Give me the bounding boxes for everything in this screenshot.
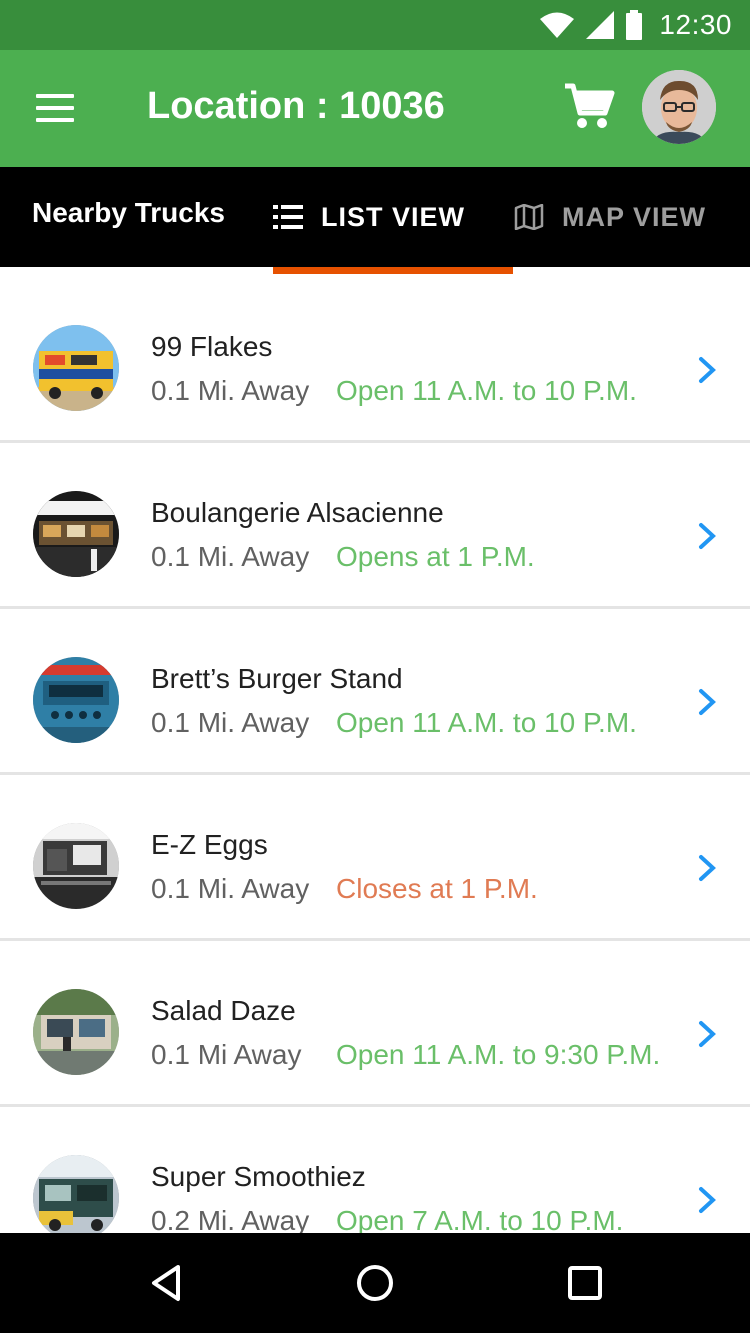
tab-bar: Nearby Trucks LIST VIEW MAP VIEW [0, 167, 750, 267]
truck-name: Salad Daze [151, 995, 296, 1026]
location-title: Location : 10036 [147, 85, 445, 127]
chevron-right-icon[interactable] [695, 521, 719, 551]
truck-hours: Open 11 A.M. to 10 P.M. [336, 375, 637, 406]
truck-thumbnail [33, 491, 119, 577]
truck-row[interactable]: 99 Flakes 0.1 Mi. Away Open 11 A.M. to 1… [0, 277, 750, 443]
truck-row[interactable]: Brett’s Burger Stand 0.1 Mi. Away Open 1… [0, 609, 750, 775]
truck-hours: Closes at 1 P.M. [336, 873, 538, 904]
chevron-right-icon[interactable] [695, 853, 719, 883]
truck-row[interactable]: Boulangerie Alsacienne 0.1 Mi. Away Open… [0, 443, 750, 609]
home-icon[interactable] [353, 1261, 397, 1305]
truck-thumbnail [33, 1155, 119, 1233]
truck-row[interactable]: Salad Daze 0.1 Mi Away Open 11 A.M. to 9… [0, 941, 750, 1107]
wifi-icon [540, 12, 575, 38]
chevron-right-icon[interactable] [695, 355, 719, 385]
active-tab-indicator [273, 267, 513, 274]
tab-map-label: MAP VIEW [562, 201, 707, 232]
truck-name: Super Smoothiez [151, 1161, 366, 1192]
chevron-right-icon[interactable] [695, 1185, 719, 1215]
truck-hours: Open 11 A.M. to 9:30 P.M. [336, 1039, 661, 1070]
truck-row[interactable]: E-Z Eggs 0.1 Mi. Away Closes at 1 P.M. [0, 775, 750, 941]
truck-distance: 0.1 Mi Away [151, 1039, 302, 1070]
app-bar: Location : 10036 [0, 50, 750, 167]
tab-list-label: LIST VIEW [321, 201, 465, 232]
list-icon [273, 205, 303, 229]
truck-name: 99 Flakes [151, 331, 273, 362]
truck-list: 99 Flakes 0.1 Mi. Away Open 11 A.M. to 1… [0, 277, 750, 1233]
status-time: 12:30 [659, 9, 732, 40]
truck-thumbnail [33, 325, 119, 411]
tab-list-view[interactable]: LIST VIEW [273, 167, 513, 267]
user-avatar[interactable] [642, 70, 716, 144]
truck-name: Boulangerie Alsacienne [151, 497, 444, 528]
truck-distance: 0.2 Mi. Away [151, 1205, 310, 1233]
truck-distance: 0.1 Mi. Away [151, 873, 310, 904]
truck-thumbnail [33, 657, 119, 743]
cart-icon[interactable] [563, 82, 615, 130]
signal-icon [586, 11, 615, 39]
truck-hours: Open 11 A.M. to 10 P.M. [336, 707, 637, 738]
map-icon [514, 204, 544, 230]
truck-row[interactable]: Super Smoothiez 0.2 Mi. Away Open 7 A.M.… [0, 1107, 750, 1233]
truck-name: E-Z Eggs [151, 829, 268, 860]
recents-icon[interactable] [563, 1261, 607, 1305]
chevron-right-icon[interactable] [695, 687, 719, 717]
tab-map-view[interactable]: MAP VIEW [514, 167, 744, 267]
truck-distance: 0.1 Mi. Away [151, 375, 310, 406]
truck-distance: 0.1 Mi. Away [151, 541, 310, 572]
chevron-right-icon[interactable] [695, 1019, 719, 1049]
status-bar: 12:30 [0, 0, 750, 50]
back-icon[interactable] [144, 1261, 188, 1305]
battery-icon [626, 10, 643, 40]
truck-thumbnail [33, 989, 119, 1075]
truck-hours: Open 7 A.M. to 10 P.M. [336, 1205, 624, 1233]
truck-name: Brett’s Burger Stand [151, 663, 403, 694]
truck-distance: 0.1 Mi. Away [151, 707, 310, 738]
hamburger-menu-icon[interactable] [30, 86, 80, 130]
nearby-trucks-label: Nearby Trucks [32, 197, 225, 228]
truck-hours: Opens at 1 P.M. [336, 541, 535, 572]
system-nav-bar [0, 1233, 750, 1333]
truck-thumbnail [33, 823, 119, 909]
